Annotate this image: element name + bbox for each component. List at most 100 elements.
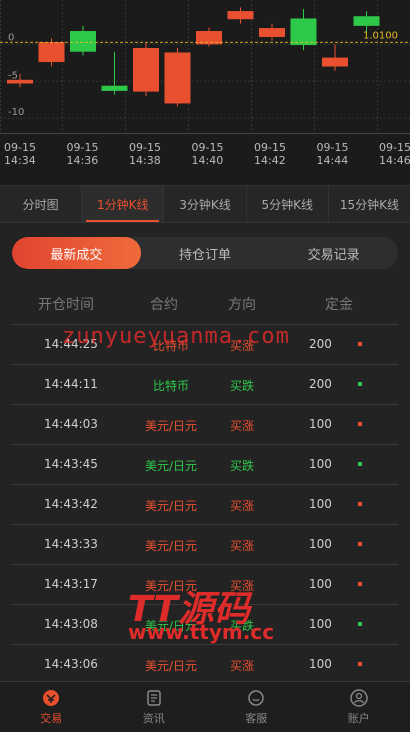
tab-15min-kline[interactable]: 15分钟K线: [329, 186, 410, 222]
trade-deposit: 100: [309, 617, 332, 631]
nav-account-label: 账户: [347, 711, 370, 725]
kline-chart[interactable]: 0 -5 -10 1.0100 09-15 14:34 09-15 14:36 09-15 14:…: [0, 0, 410, 185]
trade-contract: 美元/日元: [144, 459, 198, 473]
table-row[interactable]: 14:43:06 美元/日元 买涨 100: [12, 644, 398, 684]
trade-direction: 买跌: [230, 379, 255, 393]
segment-trade-history[interactable]: 交易记录: [269, 237, 398, 269]
direction-dot-icon: [358, 542, 362, 546]
trade-time: 14:44:03: [44, 417, 98, 431]
x-tick-time: 14:46: [379, 154, 410, 167]
service-icon: [248, 689, 264, 706]
candle-body: [196, 31, 222, 45]
table-row[interactable]: 14:44:11 比特币 买跌 200: [12, 364, 398, 404]
trade-deposit: 100: [309, 457, 332, 471]
trade-deposit: 100: [309, 497, 332, 511]
x-tick-date: 09-15: [129, 141, 161, 154]
nav-trade-label: 交易: [40, 711, 63, 725]
trade-time: 14:43:33: [44, 537, 98, 551]
tab-timeshare[interactable]: 分时图: [0, 186, 83, 222]
x-tick-date: 09-15: [254, 141, 286, 154]
tab-1min-kline[interactable]: 1分钟K线: [82, 186, 165, 222]
trade-direction: 买涨: [230, 499, 255, 513]
trade-direction: 买涨: [230, 539, 255, 553]
trade-direction: 买跌: [230, 459, 255, 473]
candle-body: [38, 42, 65, 63]
table-row[interactable]: 14:43:42 美元/日元 买涨 100: [12, 484, 398, 524]
header-contract: 合约: [150, 297, 178, 313]
account-icon: [350, 688, 368, 707]
x-tick-time: 14:36: [67, 154, 99, 167]
candle-body: [290, 18, 317, 46]
nav-trade[interactable]: 交易: [0, 682, 103, 732]
nav-account[interactable]: 账户: [308, 682, 410, 732]
trade-icon: [43, 689, 60, 706]
trade-deposit: 100: [309, 537, 332, 551]
trade-contract: 美元/日元: [144, 539, 198, 553]
trade-time: 14:44:11: [44, 377, 98, 391]
trade-direction: 买涨: [230, 419, 255, 433]
table-row[interactable]: 14:43:33 美元/日元 买涨 100: [12, 524, 398, 564]
y-tick-label: 0: [8, 32, 14, 43]
table-row[interactable]: 14:43:45 美元/日元 买跌 100: [12, 444, 398, 484]
candle-body: [133, 48, 159, 92]
direction-dot-icon: [358, 422, 362, 426]
kline-svg: 0-5-101.010009-1514:3409-1514:3609-1514:…: [0, 0, 410, 167]
x-tick-date: 09-15: [317, 141, 349, 154]
trade-contract: 比特币: [152, 379, 189, 393]
trade-deposit: 200: [309, 337, 332, 351]
trade-deposit: 100: [309, 417, 332, 431]
trade-time: 14:43:17: [44, 577, 98, 591]
nav-news[interactable]: 资讯: [103, 682, 206, 732]
trade-deposit: 200: [309, 377, 332, 391]
trade-direction: 买涨: [230, 659, 255, 673]
x-tick-time: 14:44: [317, 154, 349, 167]
direction-dot-icon: [358, 462, 362, 466]
candle-body: [7, 79, 33, 84]
candle-body: [227, 11, 254, 20]
nav-service[interactable]: 客服: [205, 682, 308, 732]
list-segment-control: 最新成交 持仓订单 交易记录: [12, 237, 398, 269]
direction-dot-icon: [358, 662, 362, 666]
header-deposit: 定金: [325, 297, 353, 313]
y-tick-label: -5: [8, 70, 18, 81]
trade-deposit: 100: [309, 577, 332, 591]
segment-open-positions[interactable]: 持仓订单: [141, 237, 270, 269]
trade-time: 14:43:42: [44, 497, 98, 511]
trade-time: 14:43:06: [44, 657, 98, 671]
tab-3min-kline[interactable]: 3分钟K线: [164, 186, 247, 222]
candle-body: [259, 28, 285, 37]
watermark-url: www.ttym.cc: [128, 620, 275, 644]
trade-contract: 美元/日元: [144, 419, 198, 433]
candle-body: [322, 57, 348, 67]
segment-latest-trades[interactable]: 最新成交: [12, 237, 141, 269]
header-direction: 方向: [228, 297, 256, 313]
table-header: 开仓时间 合约 方向 定金: [0, 290, 410, 318]
tab-5min-kline[interactable]: 5分钟K线: [247, 186, 329, 222]
candle-body: [164, 52, 191, 104]
trade-contract: 美元/日元: [144, 659, 198, 673]
direction-dot-icon: [358, 502, 362, 506]
nav-service-label: 客服: [245, 711, 268, 725]
current-price-label: 1.0100: [363, 30, 398, 41]
direction-dot-icon: [358, 382, 362, 386]
trade-deposit: 100: [309, 657, 332, 671]
watermark-text: zunyueyuanma.com: [62, 324, 290, 349]
x-tick-time: 14:38: [129, 154, 161, 167]
candle-body: [353, 16, 380, 26]
x-tick-date: 09-15: [379, 141, 410, 154]
x-tick-date: 09-15: [4, 141, 36, 154]
trade-time: 14:43:08: [44, 617, 98, 631]
x-tick-date: 09-15: [192, 141, 224, 154]
table-row[interactable]: 14:44:03 美元/日元 买涨 100: [12, 404, 398, 444]
x-tick-date: 09-15: [67, 141, 99, 154]
candle-body: [70, 31, 96, 52]
chart-period-tabs: 分时图 1分钟K线 3分钟K线 5分钟K线 15分钟K线: [0, 185, 410, 223]
trade-time: 14:43:45: [44, 457, 98, 471]
candle-body: [101, 85, 128, 91]
x-tick-time: 14:42: [254, 154, 286, 167]
header-open-time: 开仓时间: [38, 297, 94, 313]
bottom-navbar: 交易 资讯 客服 账户: [0, 681, 410, 732]
news-icon: [147, 689, 161, 706]
x-tick-time: 14:40: [192, 154, 224, 167]
trade-contract: 美元/日元: [144, 499, 198, 513]
